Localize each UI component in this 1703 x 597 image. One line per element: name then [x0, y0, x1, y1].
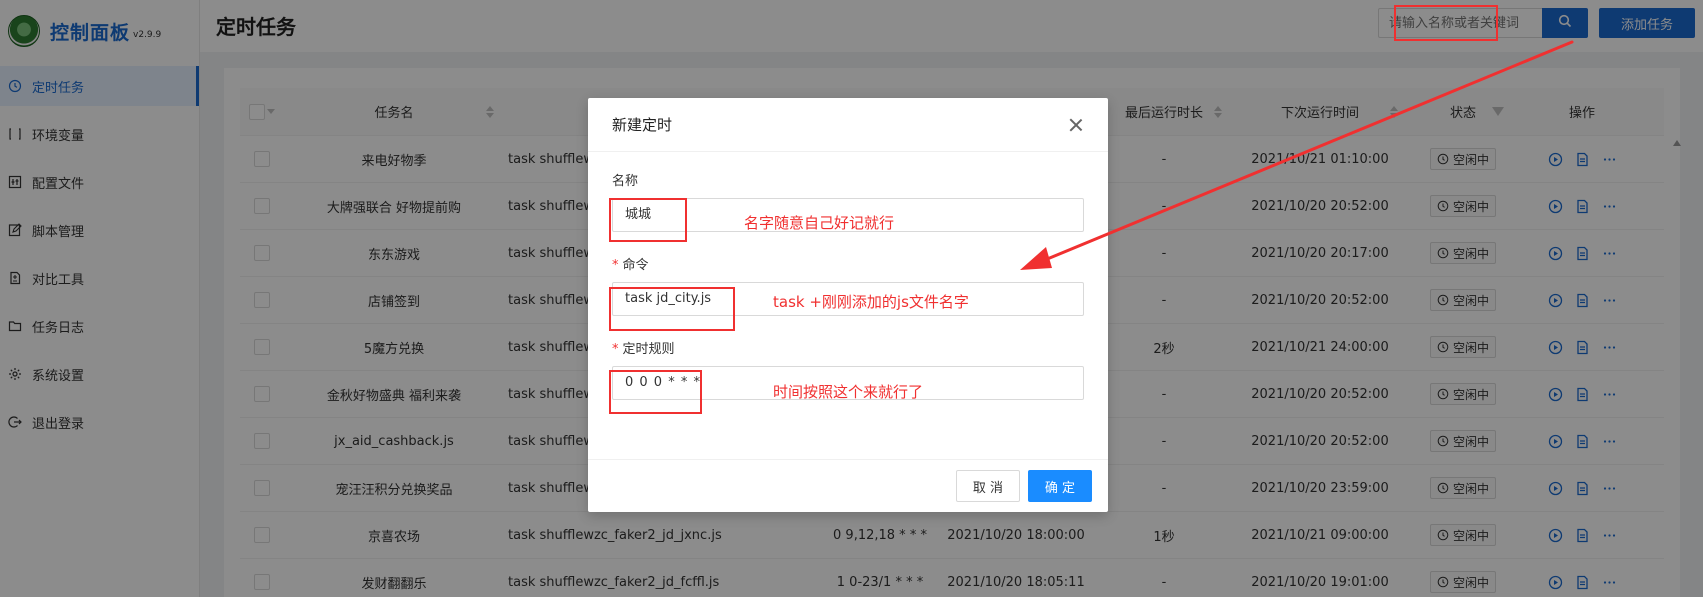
annotation-box-command	[609, 287, 735, 331]
name-label: 名称	[612, 174, 639, 189]
command-label: * 命令	[612, 258, 649, 273]
schedule-label: * 定时规则	[612, 342, 675, 357]
required-mark: *	[612, 258, 619, 273]
annotation-text-schedule: 时间按照这个来就行了	[773, 383, 924, 401]
close-icon[interactable]	[1068, 117, 1084, 133]
annotation-box-name	[609, 198, 687, 242]
annotation-text-name: 名字随意自己好记就行	[744, 214, 895, 232]
modal-header: 新建定时	[588, 98, 1108, 152]
modal-title: 新建定时	[612, 116, 673, 134]
cancel-button[interactable]: 取 消	[956, 470, 1020, 502]
annotation-box-add-button	[1394, 5, 1498, 41]
modal-form: 名称 城城 * 命令 task jd_city.js * 定时规则 0 0 0 * …	[588, 152, 1108, 400]
required-mark: *	[612, 342, 619, 357]
modal-footer: 取 消 确 定	[588, 459, 1108, 512]
annotation-text-command: task +刚刚添加的js文件名字	[773, 293, 969, 311]
annotation-box-schedule	[609, 370, 702, 414]
ok-button[interactable]: 确 定	[1028, 470, 1092, 502]
